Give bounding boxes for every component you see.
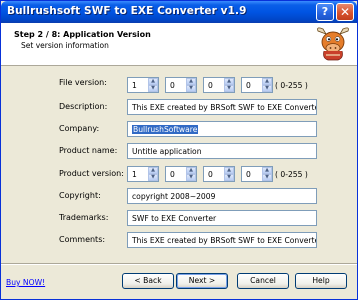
product-version-label: Product version:: [59, 169, 124, 178]
wizard-header: Step 2 / 8: Application Version Set vers…: [1, 23, 357, 66]
file-version-revision[interactable]: 0 ▲ ▼: [241, 77, 273, 93]
file-version-major[interactable]: 1 ▲ ▼: [127, 77, 159, 93]
next-button[interactable]: Next >: [176, 273, 228, 289]
comments-field[interactable]: This EXE created by BRSoft SWF to EXE Co…: [127, 232, 317, 248]
close-icon[interactable]: ✕: [336, 3, 354, 21]
company-field[interactable]: BullrushSoftware: [127, 121, 317, 137]
help-button[interactable]: Help: [295, 273, 347, 289]
spin-arrows-icon[interactable]: ▲ ▼: [262, 167, 272, 181]
description-field[interactable]: This EXE created by BRSoft SWF to EXE Co…: [127, 99, 317, 115]
spin-arrows-icon[interactable]: ▲ ▼: [148, 167, 158, 181]
buy-now-link[interactable]: Buy NOW!: [6, 278, 45, 287]
spin-arrows-icon[interactable]: ▲ ▼: [224, 78, 234, 92]
product-version-build[interactable]: 0 ▲ ▼: [203, 166, 235, 182]
product-version-minor[interactable]: 0 ▲ ▼: [165, 166, 197, 182]
product-version-revision[interactable]: 0 ▲ ▼: [241, 166, 273, 182]
product-version-major[interactable]: 1 ▲ ▼: [127, 166, 159, 182]
spin-arrows-icon[interactable]: ▲ ▼: [186, 78, 196, 92]
window-title: Bullrushsoft SWF to EXE Converter v1.9: [7, 5, 247, 17]
wizard-window: Bullrushsoft SWF to EXE Converter v1.9 ?…: [0, 0, 358, 300]
footer-divider: [1, 263, 357, 265]
file-version-minor[interactable]: 0 ▲ ▼: [165, 77, 197, 93]
copyright-field[interactable]: copyright 2008~2009: [127, 188, 317, 204]
product-name-field[interactable]: Untitle application: [127, 143, 317, 159]
file-version-label: File version:: [59, 78, 107, 87]
step-subtitle: Set version information: [21, 41, 109, 50]
back-button[interactable]: < Back: [122, 273, 174, 289]
comments-label: Comments:: [59, 235, 106, 244]
step-title: Step 2 / 8: Application Version: [14, 30, 151, 39]
trademarks-field[interactable]: SWF to EXE Converter: [127, 210, 317, 226]
file-version-build[interactable]: 0 ▲ ▼: [203, 77, 235, 93]
title-bar[interactable]: Bullrushsoft SWF to EXE Converter v1.9 ?…: [1, 1, 357, 23]
copyright-label: Copyright:: [59, 191, 101, 200]
spin-arrows-icon[interactable]: ▲ ▼: [224, 167, 234, 181]
spin-arrows-icon[interactable]: ▲ ▼: [186, 167, 196, 181]
spin-arrows-icon[interactable]: ▲ ▼: [262, 78, 272, 92]
trademarks-label: Trademarks:: [59, 213, 109, 222]
bull-mascot-icon: [317, 27, 349, 61]
product-version-range-hint: ( 0-255 ): [275, 170, 308, 179]
help-icon[interactable]: ?: [316, 3, 334, 21]
company-value-selected: BullrushSoftware: [132, 125, 199, 134]
cancel-button[interactable]: Cancel: [237, 273, 289, 289]
file-version-range-hint: ( 0-255 ): [275, 81, 308, 90]
company-label: Company:: [59, 124, 100, 133]
spin-arrows-icon[interactable]: ▲ ▼: [148, 78, 158, 92]
description-label: Description:: [59, 102, 108, 111]
product-name-label: Product name:: [59, 146, 118, 155]
